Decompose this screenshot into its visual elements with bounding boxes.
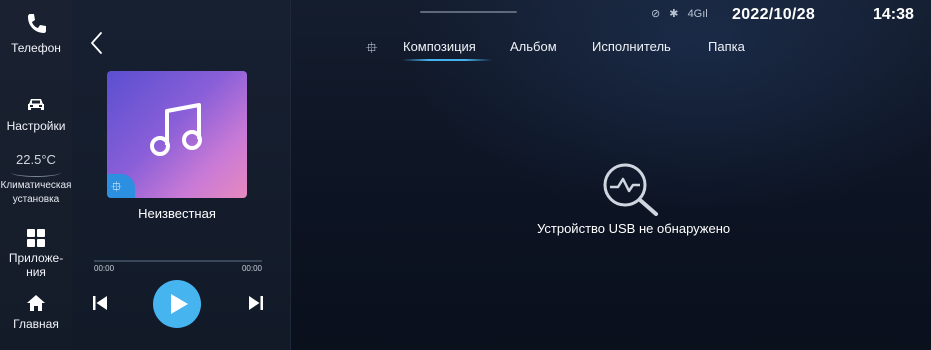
time-total: 00:00	[241, 264, 262, 273]
time-elapsed: 00:00	[94, 264, 115, 273]
tab-artist[interactable]: Исполнитель	[592, 39, 671, 54]
climate-temperature: 22.5°C	[16, 152, 56, 167]
climate-arc	[11, 168, 61, 177]
usb-icon: ⯐	[111, 178, 122, 194]
progress-bar[interactable]	[94, 260, 262, 262]
sidebar-item-climate[interactable]: 22.5°C Климатическая установка	[0, 152, 72, 207]
status-bar: ⊘ ✱ 4Gıl 2022/10/28 14:38	[290, 0, 931, 30]
active-tab-indicator	[402, 59, 492, 61]
drag-handle[interactable]	[420, 11, 517, 13]
category-tabs: ⯐ Композиция Альбом Исполнитель Папка	[290, 36, 931, 66]
climate-label-line2: установка	[12, 194, 60, 205]
album-art: ⯐	[107, 71, 247, 198]
previous-icon[interactable]	[92, 295, 108, 311]
sidebar: Телефон Настройки 22.5°C Климатическая у…	[0, 0, 72, 350]
sidebar-label-apps-2: ния	[26, 265, 46, 279]
search-pulse-icon	[603, 163, 658, 216]
sidebar-item-home[interactable]: Главная	[0, 294, 72, 331]
play-button[interactable]	[153, 280, 201, 328]
screen: Телефон Настройки 22.5°C Климатическая у…	[0, 0, 931, 350]
phone-icon	[28, 14, 46, 33]
bluetooth-icon: ✱	[669, 8, 679, 20]
usb-icon[interactable]: ⯐	[366, 38, 377, 63]
tab-folder[interactable]: Папка	[708, 39, 745, 54]
sidebar-label-settings: Настройки	[6, 119, 66, 133]
sidebar-item-apps[interactable]: Приложе- ния	[0, 229, 72, 279]
back-chevron-icon[interactable]	[88, 30, 106, 56]
tab-composition[interactable]: Композиция	[403, 39, 476, 54]
empty-state-message: Устройство USB не обнаружено	[537, 221, 731, 236]
sidebar-item-settings[interactable]: Настройки	[0, 97, 72, 133]
climate-label-line1: Климатическая	[0, 180, 72, 191]
play-icon	[171, 294, 188, 314]
music-note-icon	[150, 103, 202, 156]
sidebar-label-phone: Телефон	[11, 41, 61, 55]
sidebar-label-home: Главная	[13, 317, 59, 331]
home-icon	[27, 295, 45, 311]
sidebar-item-phone[interactable]: Телефон	[0, 12, 72, 55]
cellular-signal-icon: ıl	[702, 8, 708, 20]
apps-grid-icon	[27, 229, 45, 247]
track-title: Неизвестная	[138, 206, 216, 221]
player-panel: ⯐ Неизвестная 00:00 00:00	[72, 0, 291, 350]
tab-album[interactable]: Альбом	[510, 39, 557, 54]
status-date: 2022/10/28	[732, 6, 816, 23]
status-icons: ⊘ ✱ 4Gıl	[651, 7, 714, 20]
status-clock: 14:38	[873, 6, 914, 23]
next-icon[interactable]	[248, 295, 264, 311]
sidebar-label-apps-1: Приложе-	[8, 251, 64, 265]
car-icon	[28, 99, 44, 110]
usb-source-badge: ⯐	[107, 174, 135, 198]
no-signal-icon: ⊘	[651, 8, 661, 20]
network-type: 4G	[687, 8, 703, 20]
